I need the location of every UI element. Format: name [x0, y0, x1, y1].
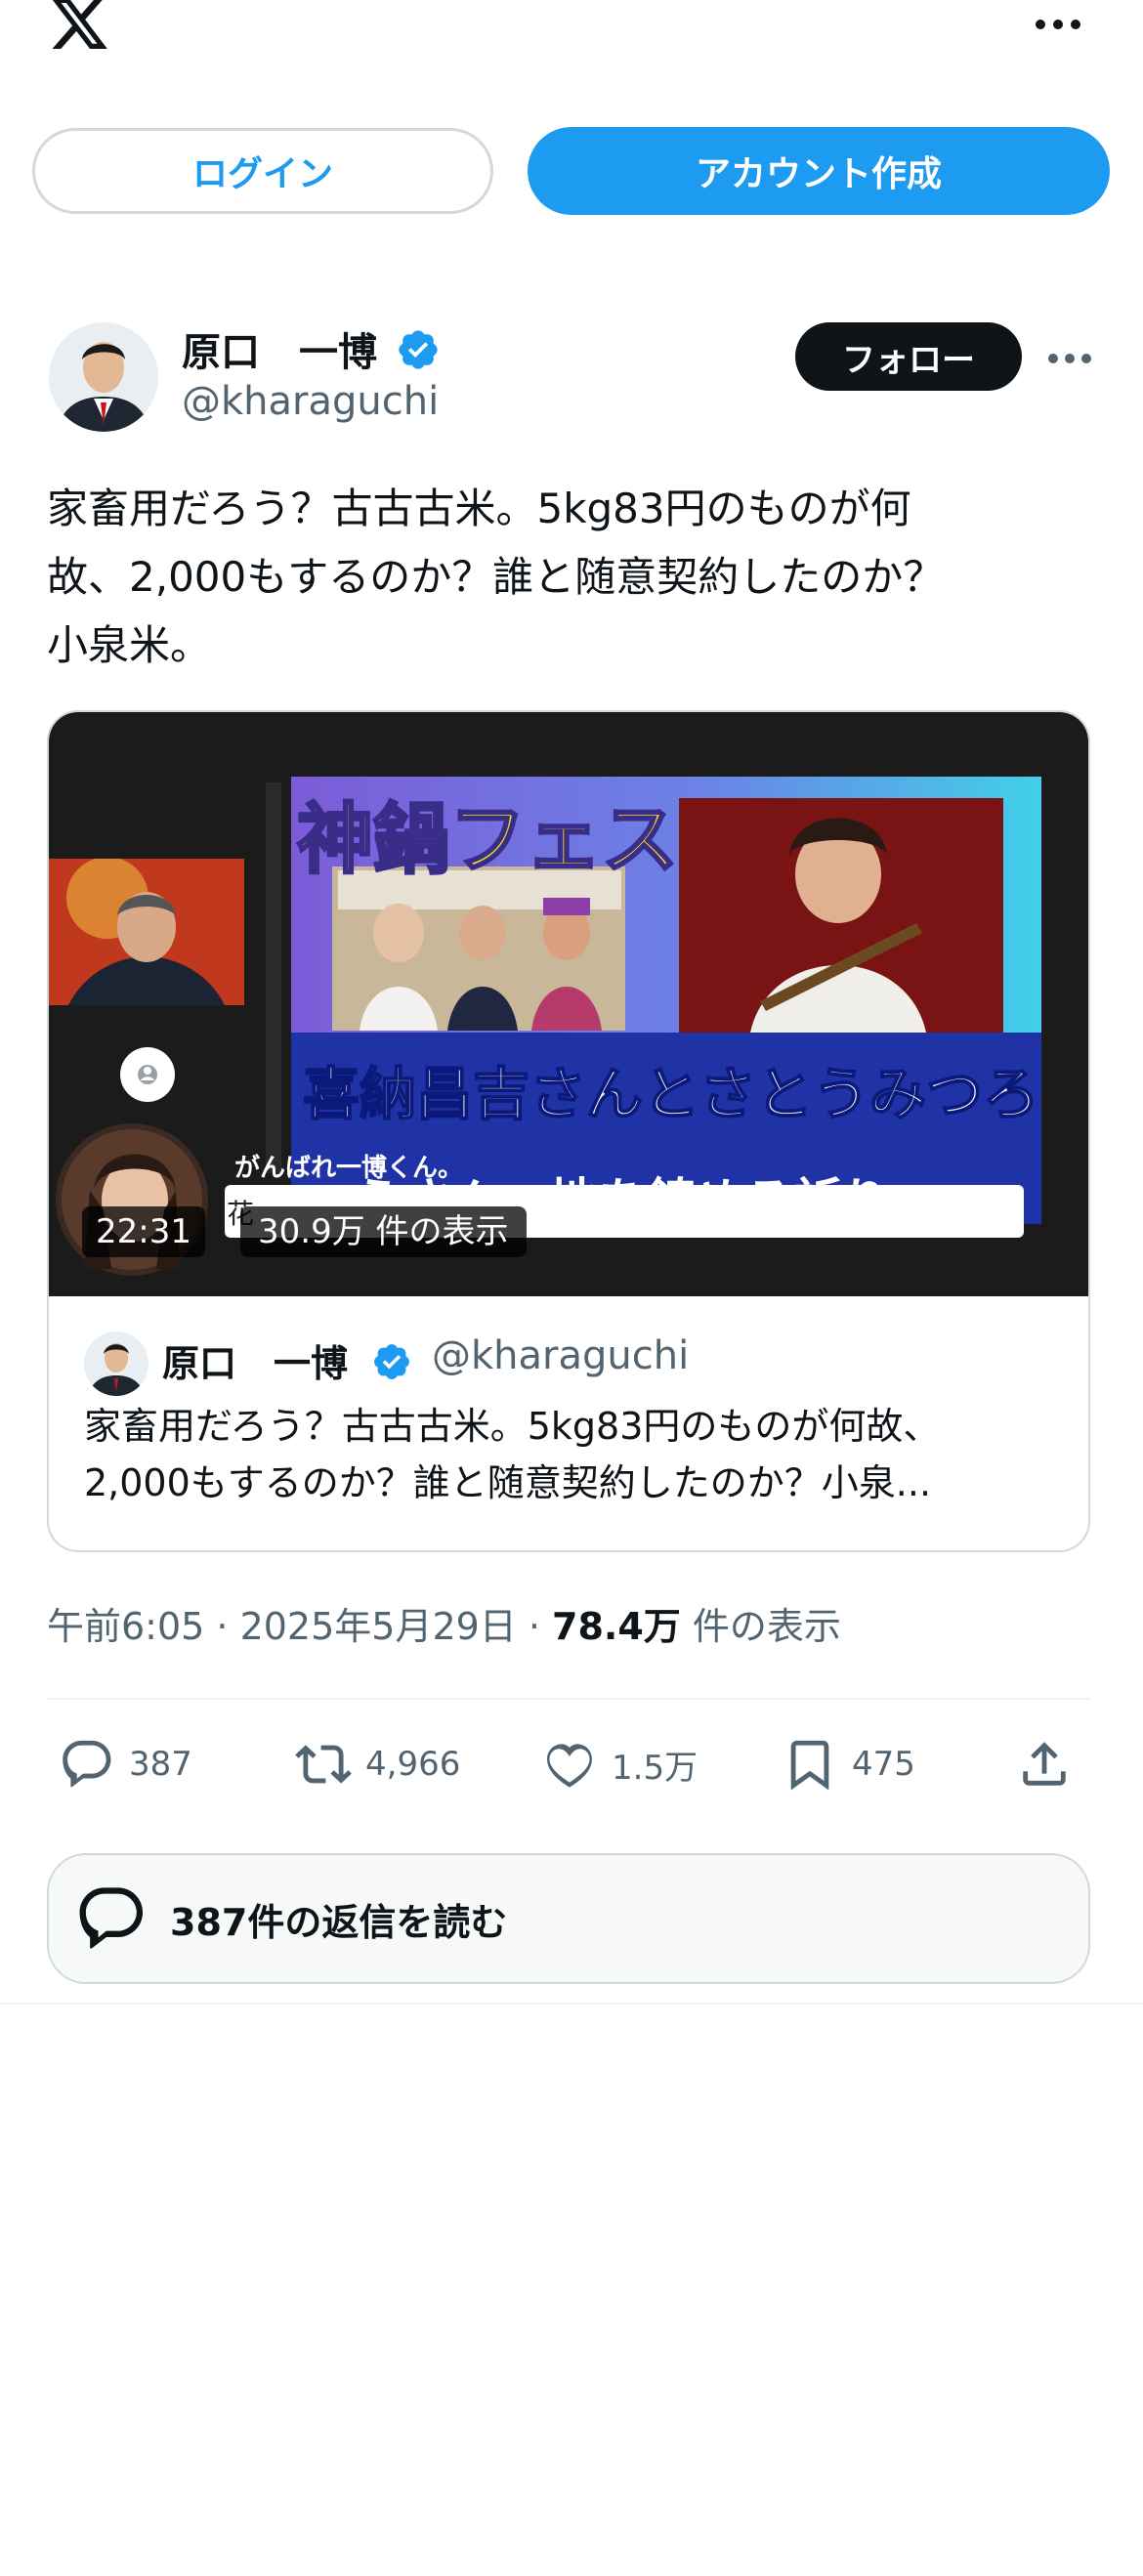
bottom-divider	[0, 2003, 1143, 2005]
reply-icon	[63, 1740, 111, 1788]
video-pip-image	[49, 859, 244, 1005]
thumbnail-title: 神鍋フェス	[295, 795, 679, 886]
quote-author-name[interactable]: 原口 一博	[162, 1333, 348, 1387]
reply-count: 387	[129, 1745, 192, 1784]
post-text: 家畜用だろう？古古古米。5kg83円のものが何 故、2,000もするのか？誰と随…	[47, 485, 945, 669]
x-logo-icon[interactable]	[45, 0, 113, 55]
more-horizontal-icon[interactable]	[1034, 18, 1082, 31]
divider	[47, 1698, 1090, 1700]
video-duration: 22:31	[82, 1206, 205, 1257]
video-side-panel	[266, 782, 281, 1173]
share-icon	[1023, 1742, 1066, 1786]
reply-button[interactable]: 387	[59, 1737, 192, 1792]
retweet-count: 4,966	[365, 1745, 461, 1784]
thumbnail-subtitle: 喜納昌吉さんとさとうみつろ	[302, 1060, 1040, 1128]
follow-button[interactable]: フォロー	[795, 322, 1022, 391]
reply-bubble-icon	[79, 1887, 144, 1949]
like-count: 1.5万	[612, 1748, 698, 1788]
bookmark-button[interactable]: 475	[782, 1737, 915, 1792]
heart-icon	[547, 1744, 592, 1788]
post-more-icon[interactable]	[1047, 352, 1092, 365]
quote-verified-badge-icon	[374, 1344, 409, 1379]
video-view-count: 30.9万 件の表示	[240, 1206, 527, 1257]
chat-username: がんばれ一博くん。	[234, 1154, 464, 1183]
read-replies-button[interactable]: 387件の返信を読む	[47, 1853, 1090, 1984]
post-views-label: 件の表示	[680, 1605, 841, 1648]
media-card[interactable]: 神鍋フェス 喜納昌吉さんとさとうみつろ うさん 地を鎮める祈り がんばれ一博くん…	[47, 710, 1090, 1552]
bookmark-icon	[790, 1740, 829, 1791]
like-button[interactable]: 1.5万	[541, 1737, 698, 1792]
video-player[interactable]: 神鍋フェス 喜納昌吉さんとさとうみつろ うさん 地を鎮める祈り がんばれ一博くん…	[49, 712, 1088, 1296]
login-button[interactable]: ログイン	[32, 128, 493, 214]
post-timestamp[interactable]: 午前6:05 · 2025年5月29日 ·	[47, 1605, 552, 1648]
author-avatar[interactable]	[49, 322, 158, 432]
read-replies-label: 387件の返信を読む	[170, 1900, 508, 1944]
author-name[interactable]: 原口 一博	[182, 320, 377, 377]
verified-badge-icon	[399, 330, 438, 369]
post-views-count: 78.4万	[552, 1605, 681, 1648]
quote-author-handle[interactable]: @kharaguchi	[432, 1333, 689, 1378]
share-button[interactable]	[1016, 1737, 1086, 1792]
quote-author-avatar[interactable]	[84, 1331, 148, 1396]
create-account-button[interactable]: アカウント作成	[528, 127, 1110, 215]
author-handle[interactable]: @kharaguchi	[182, 379, 439, 424]
bookmark-count: 475	[852, 1745, 915, 1784]
post-meta: 午前6:05 · 2025年5月29日 · 78.4万 件の表示	[47, 1596, 841, 1650]
quote-text: 家畜用だろう？古古古米。5kg83円のものが何故、 2,000もするのか？誰と随…	[84, 1405, 941, 1504]
retweet-icon	[295, 1745, 352, 1784]
retweet-button[interactable]: 4,966	[295, 1737, 460, 1792]
user-icon	[120, 1047, 175, 1102]
